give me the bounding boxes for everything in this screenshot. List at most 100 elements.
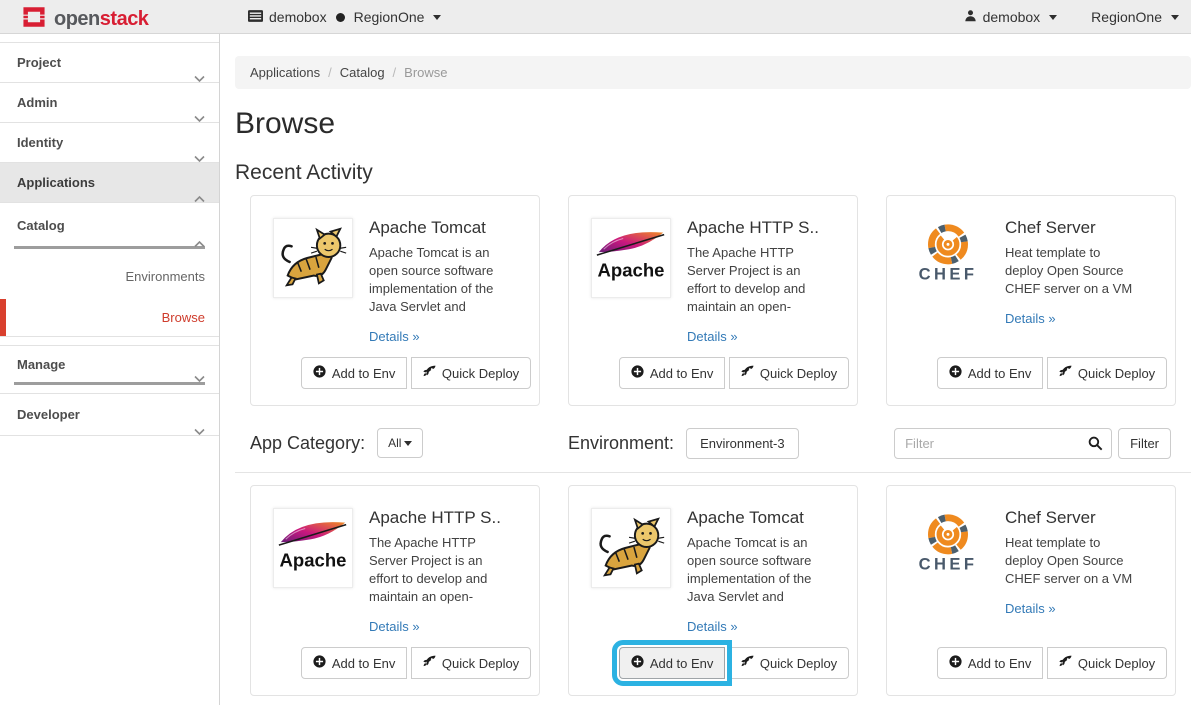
details-link[interactable]: Details » [687,329,738,344]
app-description: The Apache HTTP Server Project is an eff… [369,534,525,606]
catalog-cards-row: Apache Apache HTTP S.. The Apache HTTP S… [250,485,1191,696]
rocket-icon [1059,655,1072,671]
recent-activity-cards-row: Apache Tomcat Apache Tomcat is an open s… [250,195,1191,406]
app-category-dropdown[interactable]: All [377,428,423,458]
sidebar-gap [0,385,219,394]
details-link[interactable]: Details » [369,329,420,344]
search-icon [1088,436,1103,456]
user-icon [964,9,977,25]
svg-text:CHEF: CHEF [919,264,978,283]
sidebar-group-label: Developer [17,407,80,422]
quick-deploy-button[interactable]: Quick Deploy [729,647,849,679]
breadcrumb-applications[interactable]: Applications [250,65,320,80]
plus-circle-icon [949,655,962,671]
card-actions: Add to Env Quick Deploy [272,357,560,389]
current-project-label: demobox [269,9,327,25]
plus-circle-icon [313,365,326,381]
sidebar-item-identity[interactable]: Identity [0,123,219,163]
rocket-icon [1059,365,1072,381]
card-top: CHEF Chef Server Heat template to deploy… [909,218,1161,328]
add-to-env-button[interactable]: Add to Env [301,357,408,389]
quick-deploy-button[interactable]: Quick Deploy [729,357,849,389]
card-actions: Add to Env Quick Deploy [908,357,1191,389]
app-description: Heat template to deploy Open Source CHEF… [1005,244,1161,298]
app-description: The Apache HTTP Server Project is an eff… [687,244,843,316]
tomcat-logo [273,218,353,298]
card-top: Apache Apache HTTP S.. The Apache HTTP S… [591,218,843,346]
project-region-switcher[interactable]: demobox RegionOne [248,0,441,34]
sidebar-group-catalog[interactable]: Catalog [0,203,219,246]
sidebar-group-developer[interactable]: Developer [0,394,219,436]
app-description: Apache Tomcat is an open source software… [369,244,525,316]
breadcrumb-catalog[interactable]: Catalog [340,65,385,80]
sidebar-item-browse[interactable]: Browse [0,299,219,337]
app-card: CHEF Chef Server Heat template to deploy… [886,195,1176,406]
details-link[interactable]: Details » [369,619,420,634]
quick-deploy-label: Quick Deploy [760,366,837,381]
add-to-env-label: Add to Env [332,656,396,671]
user-menu-label: demobox [983,9,1041,25]
sidebar-item-applications[interactable]: Applications [0,163,219,203]
apache-logo: Apache [273,508,353,588]
sidebar: Project Admin Identity Applications Cata… [0,34,220,705]
quick-deploy-button[interactable]: Quick Deploy [411,357,531,389]
sidebar-item-project[interactable]: Project [0,43,219,83]
sidebar-gap [0,337,219,346]
add-to-env-button[interactable]: Add to Env [937,357,1044,389]
sidebar-item-admin[interactable]: Admin [0,83,219,123]
add-to-env-button[interactable]: Add to Env [619,357,726,389]
sidebar-group-label: Catalog [17,218,65,233]
openstack-logo[interactable]: openstack [21,4,148,33]
quick-deploy-button[interactable]: Quick Deploy [1047,357,1167,389]
user-menu[interactable]: demobox [964,9,1058,25]
environment-button[interactable]: Environment-3 [686,428,799,459]
card-top: CHEF Chef Server Heat template to deploy… [909,508,1161,618]
plus-circle-icon [631,365,644,381]
separator-dot-icon [336,13,345,22]
add-to-env-label: Add to Env [968,366,1032,381]
apache-logo: Apache [591,218,671,298]
top-header: openstack demobox RegionOne [0,0,1191,34]
chef-logo: CHEF [909,218,989,298]
quick-deploy-button[interactable]: Quick Deploy [1047,647,1167,679]
app-description: Heat template to deploy Open Source CHEF… [1005,534,1161,588]
filter-search-input[interactable] [894,428,1112,459]
environment-label: Environment: [568,433,674,454]
app-title: Apache Tomcat [687,508,843,528]
svg-text:Apache: Apache [598,260,665,281]
rocket-icon [423,365,436,381]
app-card: Apache Tomcat Apache Tomcat is an open s… [250,195,540,406]
sidebar-group-manage[interactable]: Manage [0,346,219,382]
card-text: Apache Tomcat Apache Tomcat is an open s… [687,508,843,636]
card-actions: Add to Env Quick Deploy [590,357,878,389]
card-text: Apache HTTP S.. The Apache HTTP Server P… [687,218,843,346]
chevron-down-icon [194,360,205,398]
card-top: Apache Apache HTTP S.. The Apache HTTP S… [273,508,525,636]
add-to-env-button[interactable]: Add to Env [301,647,408,679]
details-link[interactable]: Details » [1005,311,1056,326]
quick-deploy-label: Quick Deploy [442,366,519,381]
svg-text:CHEF: CHEF [919,554,978,573]
caret-down-icon [1049,15,1057,20]
details-link[interactable]: Details » [1005,601,1056,616]
breadcrumb-separator: / [328,65,332,80]
add-to-env-label: Add to Env [650,656,714,671]
quick-deploy-button[interactable]: Quick Deploy [411,647,531,679]
sidebar-item-environments[interactable]: Environments [0,249,219,299]
details-link[interactable]: Details » [687,619,738,634]
sidebar-item-label: Admin [17,95,57,110]
page-title: Browse [235,107,1191,141]
breadcrumb: Applications/Catalog/Browse [235,56,1191,89]
add-to-env-button[interactable]: Add to Env [937,647,1044,679]
plus-circle-icon [949,365,962,381]
region-menu[interactable]: RegionOne [1091,9,1179,25]
caret-down-icon [1171,15,1179,20]
openstack-cube-icon [21,4,47,33]
card-text: Apache Tomcat Apache Tomcat is an open s… [369,218,525,346]
filter-button[interactable]: Filter [1118,428,1171,459]
app-category-value: All [388,436,401,450]
app-card: Apache Apache HTTP S.. The Apache HTTP S… [250,485,540,696]
app-title: Apache Tomcat [369,218,525,238]
quick-deploy-label: Quick Deploy [442,656,519,671]
add-to-env-button[interactable]: Add to Env [619,647,726,679]
